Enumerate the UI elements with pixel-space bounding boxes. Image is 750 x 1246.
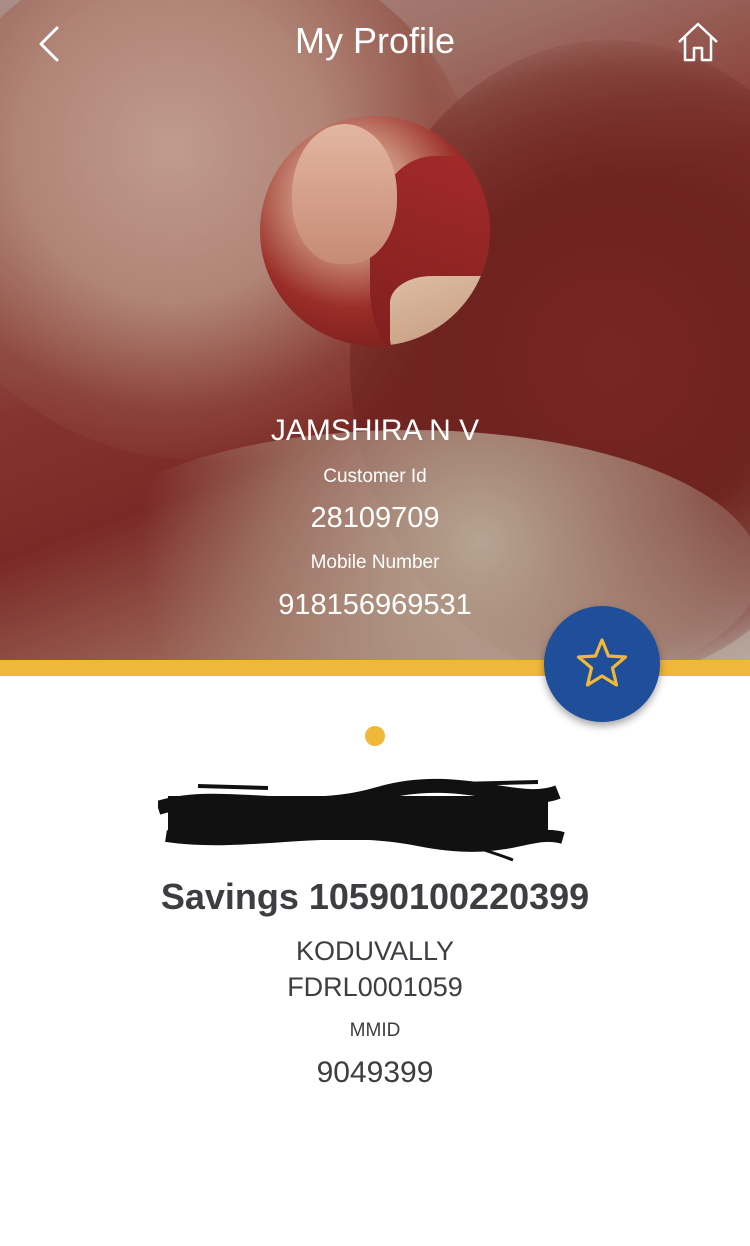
redacted-scribble [158, 778, 565, 862]
mobile-number-label: Mobile Number [310, 552, 440, 573]
avatar[interactable] [260, 116, 490, 346]
favorite-button[interactable] [544, 606, 660, 722]
home-icon [678, 22, 718, 62]
mmid-value: 9049399 [316, 1056, 434, 1089]
top-bar: My Profile [0, 0, 750, 86]
star-icon [576, 638, 628, 687]
customer-id-value: 28109709 [310, 502, 440, 534]
page-title: My Profile [294, 20, 456, 61]
ifsc-code: FDRL0001059 [287, 972, 463, 1002]
customer-id-label: Customer Id [323, 466, 427, 487]
page-indicator-dot [365, 726, 385, 746]
branch-name: KODUVALLY [295, 936, 455, 966]
mmid-label: MMID [349, 1020, 401, 1041]
mobile-number-value: 918156969531 [278, 589, 472, 621]
customer-name: JAMSHIRA N V [270, 414, 480, 447]
home-button[interactable] [676, 20, 720, 64]
account-title: Savings 10590100220399 [160, 876, 590, 917]
